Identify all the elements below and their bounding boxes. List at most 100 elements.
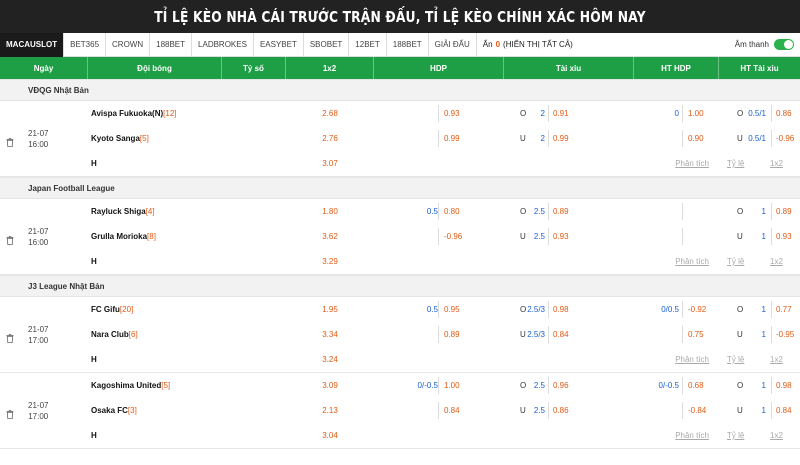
divider — [771, 105, 772, 122]
odd-1x2[interactable]: 3.09 — [286, 373, 374, 398]
table-header: Ngày Đội bóng Tỷ số 1x2 HDP Tài xỉu HT H… — [0, 57, 800, 79]
analysis-link[interactable]: Phân tích — [675, 159, 709, 168]
home-team[interactable]: Avispa Fukuoka(N) [12] — [88, 101, 222, 126]
ht-hdp-odd[interactable]: 0.90 — [688, 134, 704, 143]
ou-odd[interactable]: 0.84 — [553, 330, 569, 339]
league-header: VĐQG Nhật Bản — [0, 79, 800, 101]
home-team[interactable]: Rayluck Shiga [4] — [88, 199, 222, 224]
analysis-link[interactable]: Phân tích — [675, 257, 709, 266]
sound-toggle[interactable] — [774, 39, 794, 50]
trash-icon[interactable] — [6, 406, 14, 419]
ou-cell: O 2.5 0.89 — [504, 199, 634, 224]
ht-ou-odd[interactable]: -0.95 — [776, 330, 794, 339]
home-team[interactable]: FC Gifu [20] — [88, 297, 222, 322]
hdp-line: 0.5 — [426, 305, 438, 314]
ht-ou-side-label: U — [737, 406, 743, 415]
tab-crown[interactable]: CROWN — [106, 32, 151, 57]
odd-1x2[interactable]: 3.04 — [286, 423, 374, 448]
analysis-link[interactable]: Phân tích — [675, 355, 709, 364]
ou-odd[interactable]: 0.91 — [553, 109, 569, 118]
trash-icon[interactable] — [6, 330, 14, 343]
tab-leagues[interactable]: GIẢI ĐẤU — [429, 32, 477, 57]
draw-label: H — [91, 257, 97, 266]
ou-odd[interactable]: 0.86 — [553, 406, 569, 415]
hdp-odd[interactable]: 0.80 — [444, 207, 460, 216]
odd-1x2[interactable]: 3.24 — [286, 347, 374, 372]
away-team[interactable]: Osaka FC [3] — [88, 398, 222, 423]
odds-history-link[interactable]: Tỷ lệ — [727, 257, 744, 266]
odd-1x2[interactable]: 1.80 — [286, 199, 374, 224]
hdp-cell: 0/-0.5 1.00 — [374, 373, 504, 398]
ht-hdp-odd[interactable]: -0.92 — [688, 305, 706, 314]
tab-sbobet[interactable]: SBOBET — [304, 32, 350, 57]
away-row: Nara Club [6] 3.34 0.89 U 2.5/3 0.84 0.75 U 1 -0.9… — [88, 322, 800, 347]
odd-1x2[interactable]: 3.29 — [286, 249, 374, 274]
hdp-odd[interactable]: 0.95 — [444, 305, 460, 314]
ht-hdp-odd[interactable]: 0.75 — [688, 330, 704, 339]
x12-link[interactable]: 1x2 — [770, 431, 783, 440]
trash-icon[interactable] — [6, 232, 14, 245]
odds-history-link[interactable]: Tỷ lệ — [727, 431, 744, 440]
trash-icon[interactable] — [6, 134, 14, 147]
ht-ou-odd[interactable]: 0.84 — [776, 406, 792, 415]
hdp-odd[interactable]: 0.89 — [444, 330, 460, 339]
ht-ou-odd[interactable]: 0.86 — [776, 109, 792, 118]
hdp-odd[interactable]: -0.96 — [444, 232, 462, 241]
ht-hdp-odd[interactable]: 0.68 — [688, 381, 704, 390]
odd-1x2[interactable]: 3.62 — [286, 224, 374, 249]
ou-odd[interactable]: 0.89 — [553, 207, 569, 216]
tab-ladbrokes[interactable]: LADBROKES — [192, 32, 254, 57]
hdp-odd[interactable]: 0.99 — [444, 134, 460, 143]
odd-1x2[interactable]: 2.68 — [286, 101, 374, 126]
ht-ou-odd[interactable]: 0.93 — [776, 232, 792, 241]
home-team[interactable]: Kagoshima United [5] — [88, 373, 222, 398]
team-name: Grulla Morioka — [91, 232, 148, 241]
ou-odd[interactable]: 0.98 — [553, 305, 569, 314]
tab-bet365[interactable]: BET365 — [64, 32, 107, 57]
hdp-odd[interactable]: 0.93 — [444, 109, 460, 118]
odd-1x2[interactable]: 3.07 — [286, 151, 374, 176]
tab-188bet[interactable]: 188BET — [150, 32, 193, 57]
x12-link[interactable]: 1x2 — [770, 159, 783, 168]
away-row: Kyoto Sanga [5] 2.76 0.99 U 2 0.99 0.90 U 0.5/1 -0… — [88, 126, 800, 151]
score-cell — [222, 297, 286, 322]
tab-easybet[interactable]: EASYBET — [254, 32, 304, 57]
away-team[interactable]: Nara Club [6] — [88, 322, 222, 347]
odd-1x2[interactable]: 1.95 — [286, 297, 374, 322]
ht-hdp-odd[interactable]: -0.84 — [688, 406, 706, 415]
show-all-toggle[interactable]: Ẩn 0 (HIỂN THỊ TẤT CẢ) — [477, 33, 579, 57]
ou-cell — [504, 347, 634, 372]
hdp-cell: 0.5 0.95 — [374, 297, 504, 322]
ou-odd[interactable]: 0.99 — [553, 134, 569, 143]
x12-link[interactable]: 1x2 — [770, 257, 783, 266]
analysis-link[interactable]: Phân tích — [675, 431, 709, 440]
tab-188bet-2[interactable]: 188BET — [387, 32, 429, 57]
odd-1x2[interactable]: 2.76 — [286, 126, 374, 151]
score-cell — [222, 151, 286, 176]
away-team[interactable]: Grulla Morioka [8] — [88, 224, 222, 249]
header-ht-ou: HT Tài xỉu — [740, 63, 779, 73]
ht-ou-odd[interactable]: 0.89 — [776, 207, 792, 216]
ht-ou-side-label: U — [737, 330, 743, 339]
hdp-line: 0.5 — [426, 207, 438, 216]
home-row: Avispa Fukuoka(N) [12] 2.68 0.93 O 2 0.91 0 1.00… — [88, 101, 800, 126]
divider — [438, 130, 439, 147]
odd-1x2[interactable]: 3.34 — [286, 322, 374, 347]
ht-hdp-odd[interactable]: 1.00 — [688, 109, 704, 118]
ht-ou-odd[interactable]: -0.96 — [776, 134, 794, 143]
away-team[interactable]: Kyoto Sanga [5] — [88, 126, 222, 151]
ht-ou-odd[interactable]: 0.77 — [776, 305, 792, 314]
ht-ou-line: 0.5/1 — [748, 134, 766, 143]
odds-history-link[interactable]: Tỷ lệ — [727, 355, 744, 364]
hdp-odd[interactable]: 1.00 — [444, 381, 460, 390]
ou-odd[interactable]: 0.96 — [553, 381, 569, 390]
tab-macauslot[interactable]: MACAUSLOT — [0, 32, 65, 57]
ht-ou-odd[interactable]: 0.98 — [776, 381, 792, 390]
ht-hdp-line: 0/0.5 — [661, 305, 679, 314]
odd-1x2[interactable]: 2.13 — [286, 398, 374, 423]
ou-odd[interactable]: 0.93 — [553, 232, 569, 241]
tab-12bet[interactable]: 12BET — [349, 32, 387, 57]
odds-history-link[interactable]: Tỷ lệ — [727, 159, 744, 168]
x12-link[interactable]: 1x2 — [770, 355, 783, 364]
hdp-odd[interactable]: 0.84 — [444, 406, 460, 415]
